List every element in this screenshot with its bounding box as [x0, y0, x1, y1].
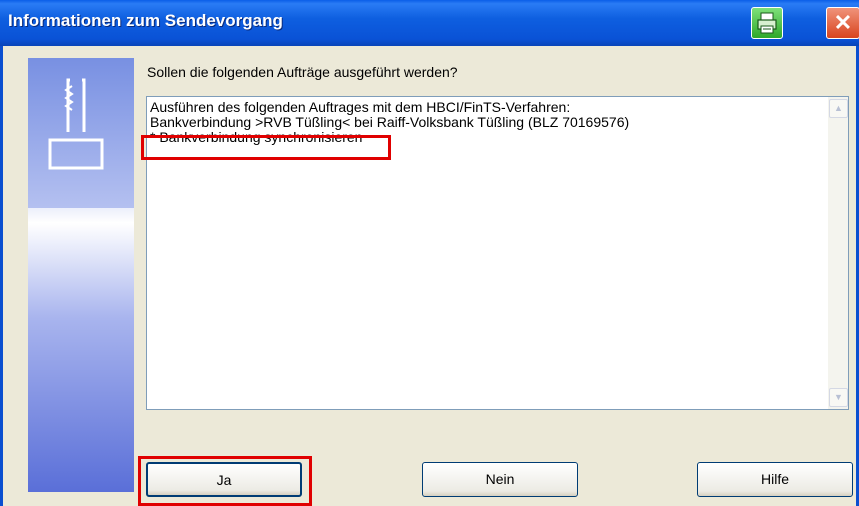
window-border-left [0, 46, 3, 506]
title-bar[interactable]: Informationen zum Sendevorgang ✕ [0, 0, 859, 46]
close-button[interactable]: ✕ [826, 7, 859, 39]
highlight-yes-button [138, 456, 312, 506]
printer-icon [757, 12, 777, 34]
window-title: Informationen zum Sendevorgang [8, 11, 283, 30]
document-send-icon [48, 78, 104, 170]
highlight-synchronize-line [141, 135, 391, 160]
scroll-up-button[interactable]: ▲ [829, 99, 848, 118]
vertical-scrollbar[interactable]: ▲ ▼ [828, 97, 848, 409]
help-button[interactable]: Hilfe [697, 462, 853, 497]
chevron-up-icon: ▲ [834, 103, 843, 113]
scroll-down-button[interactable]: ▼ [829, 388, 848, 407]
no-button[interactable]: Nein [422, 462, 578, 497]
close-icon: ✕ [833, 10, 853, 35]
confirmation-question: Sollen die folgenden Aufträge ausgeführt… [147, 64, 458, 80]
side-graphic-panel [28, 58, 134, 492]
dialog-window: Informationen zum Sendevorgang ✕ Sollen … [0, 0, 859, 506]
chevron-down-icon: ▼ [834, 392, 843, 402]
side-graphic-icon [28, 58, 134, 208]
detail-line-procedure: Ausführen des folgenden Auftrages mit de… [150, 99, 571, 115]
detail-line-bank-connection: Bankverbindung >RVB Tüßling< bei Raiff-V… [150, 114, 630, 130]
print-button[interactable] [751, 7, 783, 39]
